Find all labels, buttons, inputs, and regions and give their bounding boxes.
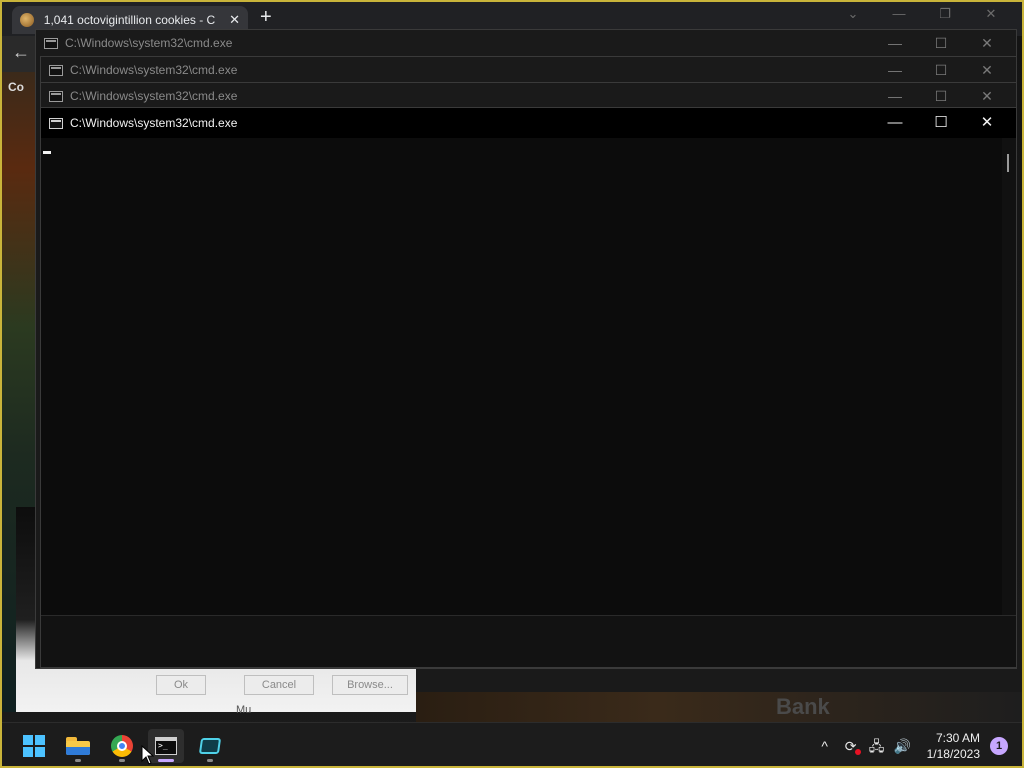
cookie-icon — [20, 13, 34, 27]
minimize-icon[interactable]: — — [872, 30, 918, 56]
browse-button[interactable]: Browse... — [332, 675, 408, 695]
tab-search-icon[interactable]: ⌄ — [830, 6, 876, 22]
minimize-icon[interactable]: — — [872, 83, 918, 109]
cmd-icon — [49, 117, 63, 129]
cmd-window-active[interactable]: C:\Windows\system32\cmd.exe — ☐ ✕ — [40, 107, 1017, 668]
taskbar-file-explorer[interactable] — [60, 729, 96, 763]
minimize-icon[interactable]: — — [876, 6, 922, 22]
running-indicator — [119, 759, 125, 762]
close-icon[interactable]: ✕ — [964, 108, 1010, 138]
running-indicator — [158, 759, 174, 762]
back-arrow-icon[interactable]: ← — [12, 42, 30, 63]
taskbar: ^ ⟳ 🖧 🔊 7:30 AM 1/18/2023 1 — [2, 722, 1022, 766]
bank-label: Bank — [776, 694, 830, 719]
cmd-titlebar[interactable]: C:\Windows\system32\cmd.exe — ☐ ✕ — [41, 57, 1016, 83]
notification-badge[interactable]: 1 — [990, 737, 1008, 755]
folder-icon — [66, 737, 90, 755]
close-icon[interactable]: ✕ — [968, 6, 1014, 22]
cmd-icon — [44, 37, 58, 49]
desktop: 1,041 octovigintillion cookies - C ✕ + ⌄… — [0, 0, 1024, 768]
taskbar-chrome[interactable] — [104, 729, 140, 763]
console-footer — [41, 615, 1016, 667]
system-tray: ^ ⟳ 🖧 🔊 7:30 AM 1/18/2023 1 — [811, 723, 1008, 766]
cmd-title: C:\Windows\system32\cmd.exe — [70, 89, 238, 103]
browser-window-controls: ⌄ — ❐ ✕ — [830, 6, 1014, 22]
game-mu-label: Mu — [236, 704, 252, 716]
console-output[interactable] — [41, 138, 1002, 615]
scrollbar-thumb[interactable] — [1007, 154, 1009, 172]
cmd-title: C:\Windows\system32\cmd.exe — [70, 116, 238, 130]
cmd-icon — [49, 90, 63, 102]
cmd-title: C:\Windows\system32\cmd.exe — [70, 63, 238, 77]
terminal-icon — [155, 737, 177, 755]
window-controls: — ☐ ✕ — [872, 83, 1010, 109]
restore-icon[interactable]: ❐ — [922, 6, 968, 22]
maximize-icon[interactable]: ☐ — [918, 30, 964, 56]
tab-close-icon[interactable]: ✕ — [229, 12, 240, 28]
window-controls: — ☐ ✕ — [872, 30, 1010, 56]
minimize-icon[interactable]: — — [872, 108, 918, 138]
windows-icon — [23, 735, 45, 757]
cmd-titlebar[interactable]: C:\Windows\system32\cmd.exe — ☐ ✕ — [41, 83, 1016, 109]
maximize-icon[interactable]: ☐ — [918, 83, 964, 109]
window-controls: — ☐ ✕ — [872, 108, 1010, 134]
vertical-scrollbar[interactable] — [1002, 138, 1016, 615]
maximize-icon[interactable]: ☐ — [918, 108, 964, 138]
close-icon[interactable]: ✕ — [964, 57, 1010, 83]
cancel-button[interactable]: Cancel — [244, 675, 314, 695]
running-indicator — [207, 759, 213, 762]
clock-date: 1/18/2023 — [926, 747, 980, 761]
browser-tab-title: 1,041 octovigintillion cookies - C — [43, 13, 216, 27]
clock-time: 7:30 AM — [935, 731, 980, 745]
network-icon[interactable]: 🖧 — [865, 734, 889, 758]
text-cursor — [43, 151, 51, 154]
maximize-icon[interactable]: ☐ — [918, 57, 964, 83]
start-button[interactable] — [16, 729, 52, 763]
game-strip-label: Co — [8, 80, 24, 94]
window-controls: — ☐ ✕ — [872, 57, 1010, 83]
cmd-titlebar[interactable]: C:\Windows\system32\cmd.exe — ☐ ✕ — [36, 30, 1016, 56]
taskbar-app[interactable] — [192, 729, 228, 763]
cmd-titlebar[interactable]: C:\Windows\system32\cmd.exe — ☐ ✕ — [41, 108, 1016, 138]
close-icon[interactable]: ✕ — [964, 83, 1010, 109]
running-indicator — [75, 759, 81, 762]
close-icon[interactable]: ✕ — [964, 30, 1010, 56]
chrome-icon — [111, 735, 133, 757]
cmd-icon — [49, 64, 63, 76]
minimize-icon[interactable]: — — [872, 57, 918, 83]
show-hidden-icons-chevron-icon[interactable]: ^ — [813, 734, 837, 758]
cmd-title: C:\Windows\system32\cmd.exe — [65, 36, 233, 50]
sync-icon[interactable]: ⟳ — [839, 734, 863, 758]
game-bottom-bar: Mu Bank — [236, 692, 1022, 722]
clock[interactable]: 7:30 AM 1/18/2023 — [927, 730, 980, 762]
app-icon — [198, 738, 222, 754]
volume-icon[interactable]: 🔊 — [891, 734, 915, 758]
new-tab-button[interactable]: + — [260, 6, 272, 29]
ok-button[interactable]: Ok — [156, 675, 206, 695]
